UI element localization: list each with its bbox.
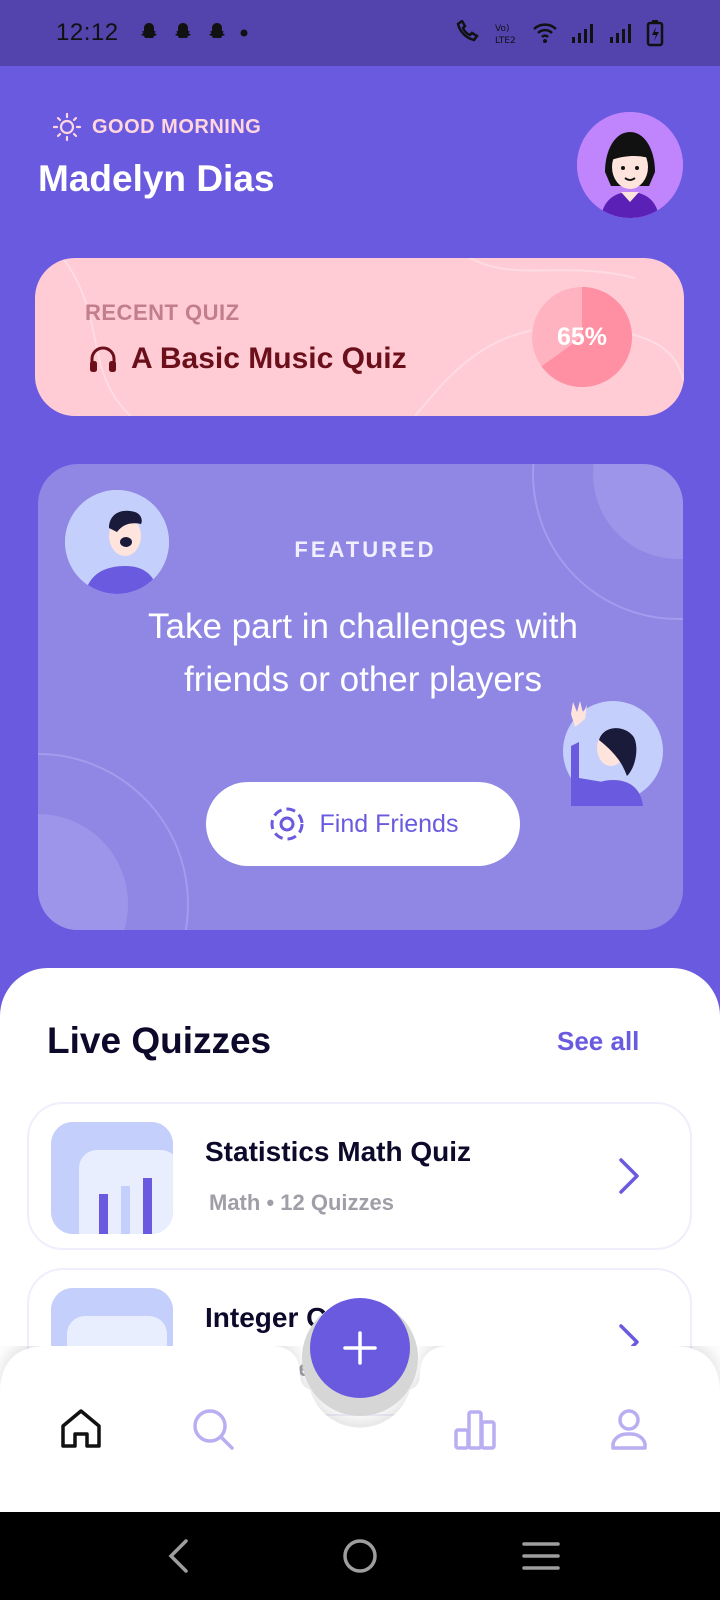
sun-icon bbox=[52, 112, 82, 142]
quiz-title: Integer Q bbox=[205, 1302, 328, 1333]
featured-text: Take part in challenges with friends or … bbox=[148, 607, 578, 699]
snapchat-icon bbox=[140, 23, 157, 38]
quiz-subtitle: Math • 12 Quizzes bbox=[209, 1190, 394, 1215]
progress-pie: 65% bbox=[531, 286, 633, 388]
home-circle-icon[interactable] bbox=[341, 1537, 379, 1575]
dot-icon bbox=[240, 29, 248, 37]
status-time: 12:12 bbox=[56, 19, 119, 46]
wifi-call-icon bbox=[456, 20, 479, 42]
woman-illustration bbox=[563, 701, 663, 806]
svg-text:Vo): Vo) bbox=[495, 24, 509, 34]
back-icon[interactable] bbox=[166, 1538, 192, 1574]
snapchat-icon bbox=[208, 23, 225, 38]
find-friends-button[interactable]: Find Friends bbox=[206, 782, 520, 866]
quiz-thumbnail bbox=[51, 1122, 173, 1234]
recent-quiz-title: A Basic Music Quiz bbox=[131, 342, 407, 375]
system-icons: Vo) LTE2 bbox=[454, 19, 664, 47]
chart-icon bbox=[51, 1122, 173, 1234]
profile-icon[interactable] bbox=[606, 1406, 652, 1452]
live-quizzes-title: Live Quizzes bbox=[47, 1020, 272, 1061]
notification-icons bbox=[137, 21, 249, 45]
featured-label: FEATURED bbox=[294, 537, 437, 562]
signal-icon bbox=[610, 24, 631, 43]
quiz-list-item[interactable]: Statistics Math Quiz Math • 12 Quizzes bbox=[27, 1102, 692, 1250]
user-avatar[interactable] bbox=[577, 112, 683, 218]
user-name: Madelyn Dias bbox=[38, 158, 275, 199]
see-all-link[interactable]: See all bbox=[557, 1026, 639, 1057]
add-quiz-button[interactable] bbox=[310, 1298, 410, 1398]
android-navigation-bar bbox=[0, 1512, 720, 1600]
headphones-icon bbox=[90, 346, 116, 372]
signal-icon bbox=[572, 24, 593, 43]
chevron-right-icon[interactable] bbox=[617, 1156, 641, 1196]
recent-quiz-label: RECENT QUIZ bbox=[85, 300, 240, 325]
search-icon[interactable] bbox=[190, 1406, 236, 1452]
find-friends-label: Find Friends bbox=[319, 809, 459, 838]
recents-icon[interactable] bbox=[522, 1540, 560, 1572]
wifi-icon bbox=[533, 23, 557, 43]
status-bar: 12:12 Vo) LTE2 bbox=[0, 0, 720, 66]
featured-card: FEATURED Take part in challenges with fr… bbox=[38, 464, 683, 930]
greeting-text: GOOD MORNING bbox=[92, 115, 262, 138]
find-friends-icon bbox=[270, 807, 304, 841]
progress-text: 65% bbox=[556, 322, 608, 351]
recent-quiz-card[interactable]: RECENT QUIZ A Basic Music Quiz 65% bbox=[35, 258, 684, 416]
quiz-title: Statistics Math Quiz bbox=[205, 1136, 472, 1167]
battery-icon bbox=[646, 20, 664, 47]
recent-quiz-title-row: A Basic Music Quiz bbox=[87, 342, 407, 376]
avatar-illustration bbox=[577, 112, 683, 218]
volte-icon: Vo) LTE2 bbox=[495, 24, 516, 46]
greeting-row: GOOD MORNING bbox=[52, 112, 261, 142]
snapchat-icon bbox=[174, 23, 191, 38]
svg-text:LTE2: LTE2 bbox=[495, 36, 516, 46]
featured-avatar-woman bbox=[541, 696, 663, 806]
home-icon[interactable] bbox=[58, 1406, 104, 1452]
plus-icon bbox=[343, 1331, 377, 1365]
leaderboard-icon[interactable] bbox=[452, 1406, 498, 1452]
